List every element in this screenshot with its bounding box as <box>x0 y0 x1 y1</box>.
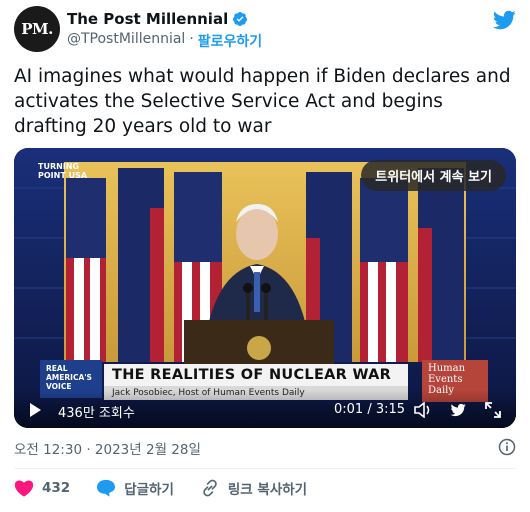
fullscreen-icon[interactable] <box>484 401 502 419</box>
separator: · <box>189 31 194 47</box>
handle-row: @TPostMillennial · 팔로우하기 <box>67 31 262 51</box>
link-icon <box>203 479 217 497</box>
like-button[interactable]: 432 <box>14 479 70 497</box>
tweet-meta: 오전 12:30 · 2023년 2월 28일 <box>14 438 516 458</box>
copy-link-label: 링크 복사하기 <box>227 482 308 498</box>
avatar[interactable]: PM. <box>14 6 60 52</box>
reply-button[interactable]: 답글하기 <box>96 478 174 498</box>
flag-right-2 <box>360 178 408 362</box>
copy-link-button[interactable]: 링크 복사하기 <box>200 478 307 498</box>
view-count: 436만 조회수 <box>58 406 135 421</box>
volume-icon[interactable] <box>414 402 434 418</box>
info-icon[interactable] <box>498 438 516 456</box>
flag-left-2 <box>118 168 164 362</box>
reply-label: 답글하기 <box>124 482 174 498</box>
handle[interactable]: @TPostMillennial <box>67 31 185 51</box>
follow-button[interactable]: 팔로우하기 <box>198 31 262 51</box>
likes-count: 432 <box>42 480 71 496</box>
reply-bubble-icon <box>97 479 116 497</box>
watch-on-twitter-button[interactable]: 트위터에서 계속 보기 <box>361 160 506 191</box>
name-row: The Post Millennial <box>67 10 248 28</box>
video-player[interactable]: TURNING POINT USA 트위터에서 계속 보기 REAL AMERI… <box>14 148 516 428</box>
play-icon[interactable] <box>28 403 42 417</box>
flag-left-1 <box>66 178 106 362</box>
tweet-header: PM. The Post Millennial @TPostMillennial… <box>0 0 530 58</box>
twitter-bird-small-icon[interactable] <box>449 402 467 418</box>
divider <box>14 468 516 469</box>
video-controls: 436만 조회수 0:01 / 3:15 <box>14 390 516 428</box>
heart-icon <box>14 480 34 497</box>
twitter-bird-icon[interactable] <box>492 8 516 32</box>
turning-point-logo: TURNING POINT USA <box>38 162 88 180</box>
tweet-text: AI imagines what would happen if Biden d… <box>14 66 511 137</box>
display-name[interactable]: The Post Millennial <box>67 10 228 28</box>
tweet-actions: 432 답글하기 링크 복사하기 <box>14 477 333 499</box>
flag-right-3 <box>418 168 464 362</box>
video-time: 0:01 / 3:15 <box>334 402 406 417</box>
news-headline: THE REALITIES OF NUCLEAR WAR <box>104 364 408 386</box>
timestamp[interactable]: 오전 12:30 · 2023년 2월 28일 <box>14 442 201 458</box>
verified-badge-icon <box>233 12 248 26</box>
